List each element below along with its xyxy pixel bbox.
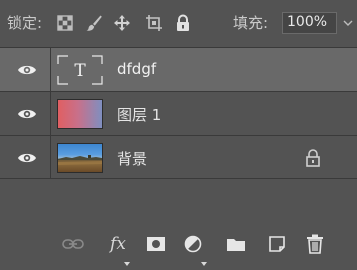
layer-list: T dfdgf 图层 1 背景 [0, 47, 357, 179]
mask-icon[interactable] [147, 233, 165, 255]
adjustment-layer-icon[interactable] [184, 233, 202, 255]
link-icon[interactable] [62, 233, 84, 255]
layer-name[interactable]: dfdgf [117, 60, 156, 78]
layer-name[interactable]: 背景 [117, 148, 147, 169]
fill-label: 填充: [233, 14, 269, 32]
visibility-eye-icon[interactable] [17, 149, 37, 167]
row-divider [50, 92, 51, 135]
row-divider [50, 136, 51, 178]
text-layer-glyph: T [74, 61, 86, 81]
text-layer-thumbnail: T [57, 55, 103, 85]
fill-opacity-input[interactable]: 100% [282, 12, 337, 34]
layers-panel: 锁定: 填充: 100% T dfdgf 图层 1 背景 fx [0, 0, 357, 266]
fx-dropdown-icon [124, 251, 130, 270]
visibility-eye-icon[interactable] [17, 61, 37, 79]
fill-dropdown-chevron-icon[interactable] [339, 12, 357, 34]
lock-label: 锁定: [7, 14, 43, 32]
layer-row-background[interactable]: 背景 [0, 135, 357, 179]
lock-transparent-pixels-icon[interactable] [54, 12, 76, 34]
row-divider [50, 48, 51, 91]
folder-icon[interactable] [226, 233, 246, 255]
lock-position-move-icon[interactable] [111, 12, 133, 34]
trash-icon[interactable] [306, 233, 324, 255]
gradient-layer-thumbnail [57, 99, 103, 129]
layers-bottom-toolbar: fx [0, 226, 357, 266]
new-layer-icon[interactable] [268, 233, 286, 255]
layer-row-dfdgf[interactable]: T dfdgf [0, 47, 357, 91]
layer-row-layer1[interactable]: 图层 1 [0, 91, 357, 135]
layer-name[interactable]: 图层 1 [117, 104, 161, 125]
lock-image-pixels-brush-icon[interactable] [83, 12, 105, 34]
lock-artboard-icon[interactable] [143, 12, 165, 34]
visibility-eye-icon[interactable] [17, 105, 37, 123]
lock-fill-bar: 锁定: 填充: 100% [0, 0, 357, 46]
layer-locked-icon[interactable] [304, 148, 322, 168]
adjustment-dropdown-icon [201, 251, 207, 270]
lock-all-icon[interactable] [172, 12, 194, 34]
background-layer-thumbnail [57, 143, 103, 173]
